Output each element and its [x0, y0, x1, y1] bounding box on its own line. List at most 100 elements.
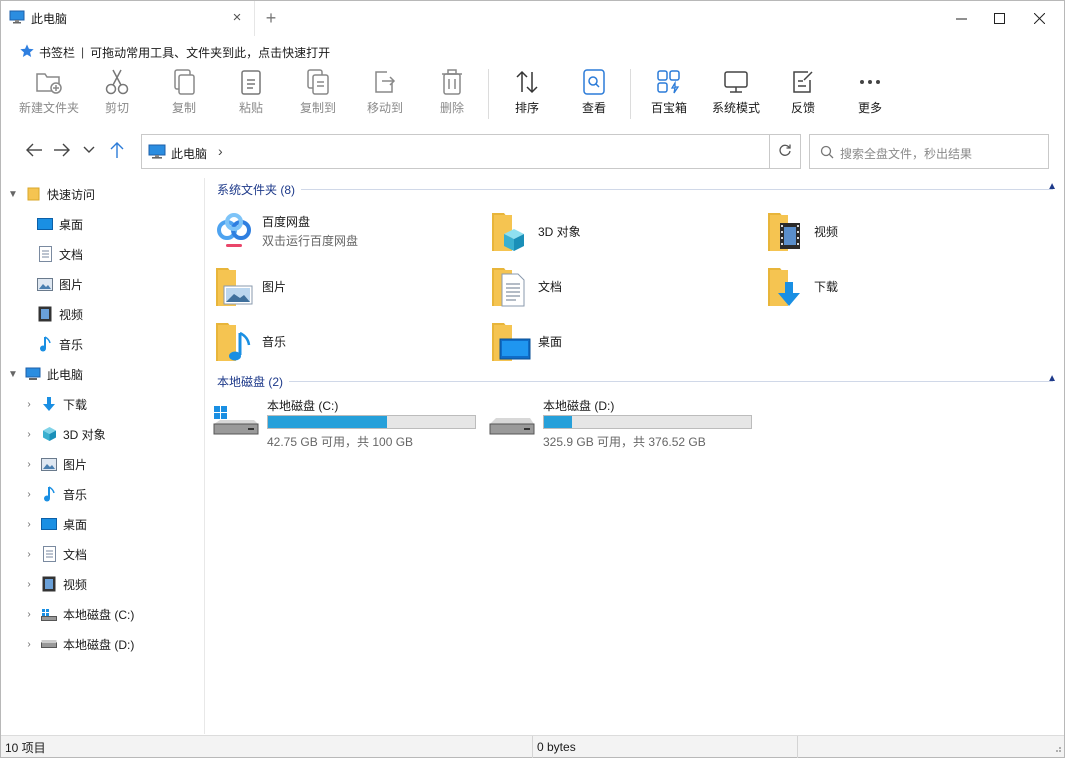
search-icon	[820, 145, 834, 162]
copy-button[interactable]: 复制	[151, 67, 217, 121]
picture-icon	[41, 456, 57, 472]
new-folder-button[interactable]: 新建文件夹	[16, 67, 82, 121]
copy-icon	[170, 67, 198, 97]
tab-close-icon[interactable]: ×	[230, 10, 244, 25]
tab-this-pc[interactable]: 此电脑 ×	[1, 1, 255, 36]
refresh-button[interactable]	[769, 135, 800, 168]
bookmark-hint: 可拖动常用工具、文件夹到此，点击快速打开	[90, 45, 331, 60]
group-header-divider	[289, 380, 1053, 382]
chevron-right-icon[interactable]: ›	[23, 429, 35, 440]
folder-tile-pictures[interactable]: 图片	[212, 260, 482, 312]
chevron-right-icon[interactable]: ›	[23, 639, 35, 650]
forward-button[interactable]	[50, 138, 74, 164]
view-button[interactable]: 查看	[561, 67, 627, 121]
sidebar-item-pictures[interactable]: › 图片	[23, 451, 87, 477]
sidebar-item-pictures[interactable]: 图片	[31, 271, 83, 297]
chevron-down-icon[interactable]: ▼	[7, 369, 19, 380]
drive-tile-d[interactable]: 本地磁盘 (D:) 325.9 GB 可用，共 376.52 GB	[488, 394, 758, 449]
recent-locations-button[interactable]	[79, 138, 99, 164]
chevron-up-icon[interactable]: ▲	[1047, 373, 1057, 384]
folder-name: 下载	[814, 279, 839, 294]
sidebar-item-desktop[interactable]: › 桌面	[23, 511, 87, 537]
sidebar-item-videos[interactable]: › 视频	[23, 571, 87, 597]
sidebar-item-documents[interactable]: 文档	[31, 241, 83, 267]
delete-label: 删除	[439, 101, 464, 115]
status-item-count: 10 项目	[5, 740, 46, 755]
sidebar-item-desktop[interactable]: 桌面	[31, 211, 83, 237]
monitor-icon	[722, 67, 750, 97]
folder-tile-documents[interactable]: 文档	[488, 260, 758, 312]
view-label: 查看	[581, 101, 606, 115]
drive-tile-c[interactable]: 本地磁盘 (C:) 42.75 GB 可用，共 100 GB	[212, 394, 482, 449]
feedback-button[interactable]: 反馈	[770, 67, 836, 121]
sidebar-item-3d-objects[interactable]: › 3D 对象	[23, 421, 106, 447]
sidebar-item-quick-access[interactable]: ▼ 快速访问	[7, 181, 95, 207]
drive-free-space: 325.9 GB 可用，共 376.52 GB	[543, 435, 706, 449]
chevron-right-icon[interactable]: ›	[23, 489, 35, 500]
toolbar-divider	[630, 69, 631, 119]
bookmark-label[interactable]: 书签栏	[39, 44, 75, 61]
move-to-button[interactable]: 移动到	[352, 67, 418, 121]
folder-subtitle: 双击运行百度网盘	[262, 234, 359, 248]
sidebar-item-label: 桌面	[63, 517, 88, 532]
pictures-folder-icon	[212, 263, 256, 309]
toolbar-divider	[488, 69, 489, 119]
star-icon[interactable]	[19, 43, 35, 62]
folder-tile-desktop[interactable]: 桌面	[488, 315, 758, 367]
film-icon	[41, 576, 57, 592]
sidebar-item-documents[interactable]: › 文档	[23, 541, 87, 567]
up-button[interactable]	[105, 138, 129, 164]
search-input[interactable]: 搜索全盘文件，秒出结果	[809, 134, 1049, 169]
address-path[interactable]: 此电脑	[171, 145, 207, 162]
sidebar-item-drive-d[interactable]: › 本地磁盘 (D:)	[23, 631, 134, 657]
chevron-right-icon[interactable]: ›	[23, 579, 35, 590]
sidebar-item-label: 音乐	[63, 487, 88, 502]
chevron-right-icon[interactable]: ›	[23, 459, 35, 470]
close-button[interactable]	[1016, 1, 1062, 36]
sort-button[interactable]: 排序	[494, 67, 560, 121]
sidebar-item-music[interactable]: › 音乐	[23, 481, 87, 507]
folder-tile-downloads[interactable]: 下载	[764, 260, 1034, 312]
sidebar-item-label: 3D 对象	[63, 427, 106, 442]
back-button[interactable]	[22, 138, 46, 164]
delete-button[interactable]: 删除	[419, 67, 485, 121]
chevron-right-icon[interactable]: ›	[23, 519, 35, 530]
group-header-local-drives[interactable]: 本地磁盘 (2) ▲	[217, 372, 1057, 390]
toolbar: 新建文件夹 剪切 复制 粘贴 复制到 移动到 删除 排序 查看 百宝箱 系统模式…	[1, 67, 1064, 123]
chevron-up-icon[interactable]: ▲	[1047, 181, 1057, 192]
chevron-right-icon[interactable]: ›	[23, 549, 35, 560]
feedback-label: 反馈	[790, 101, 815, 115]
copy-to-button[interactable]: 复制到	[285, 67, 351, 121]
resize-grip-icon[interactable]	[1052, 742, 1062, 756]
group-header-system-folders[interactable]: 系统文件夹 (8) ▲	[217, 180, 1057, 198]
computer-icon	[148, 144, 166, 163]
sidebar-item-drive-c[interactable]: › 本地磁盘 (C:)	[23, 601, 134, 627]
computer-icon	[25, 366, 41, 382]
navigation-pane: ▼ 快速访问 桌面 文档 图片 视频 音乐 ▼ 此电脑 › 下载 › 3D 对象…	[1, 178, 205, 734]
download-arrow-icon	[41, 396, 57, 412]
chevron-right-icon[interactable]: ›	[23, 609, 35, 620]
folder-tile-3d-objects[interactable]: 3D 对象	[488, 205, 758, 257]
drive-name: 本地磁盘 (C:)	[267, 399, 339, 413]
search-placeholder: 搜索全盘文件，秒出结果	[840, 147, 973, 161]
new-tab-button[interactable]: +	[263, 9, 279, 27]
toolbox-button[interactable]: 百宝箱	[636, 67, 702, 121]
folder-tile-baidu-netdisk[interactable]: 百度网盘 双击运行百度网盘	[212, 205, 482, 257]
sidebar-item-this-pc[interactable]: ▼ 此电脑	[7, 361, 83, 387]
address-bar[interactable]: 此电脑 ›	[141, 134, 801, 169]
chevron-right-icon[interactable]: ›	[23, 399, 35, 410]
folder-tile-videos[interactable]: 视频	[764, 205, 1034, 257]
sidebar-item-music[interactable]: 音乐	[31, 331, 83, 357]
paste-button[interactable]: 粘贴	[218, 67, 284, 121]
arrow-left-icon	[25, 142, 43, 161]
chevron-down-icon[interactable]: ▼	[7, 189, 19, 200]
sidebar-item-videos[interactable]: 视频	[31, 301, 83, 327]
more-button[interactable]: 更多	[837, 67, 903, 121]
cut-button[interactable]: 剪切	[84, 67, 150, 121]
breadcrumb-chevron[interactable]: ›	[218, 143, 223, 159]
sidebar-item-downloads[interactable]: › 下载	[23, 391, 87, 417]
sort-icon	[513, 67, 541, 97]
system-mode-button[interactable]: 系统模式	[703, 67, 769, 121]
folder-tile-music[interactable]: 音乐	[212, 315, 482, 367]
sidebar-item-label: 快速访问	[47, 187, 96, 202]
